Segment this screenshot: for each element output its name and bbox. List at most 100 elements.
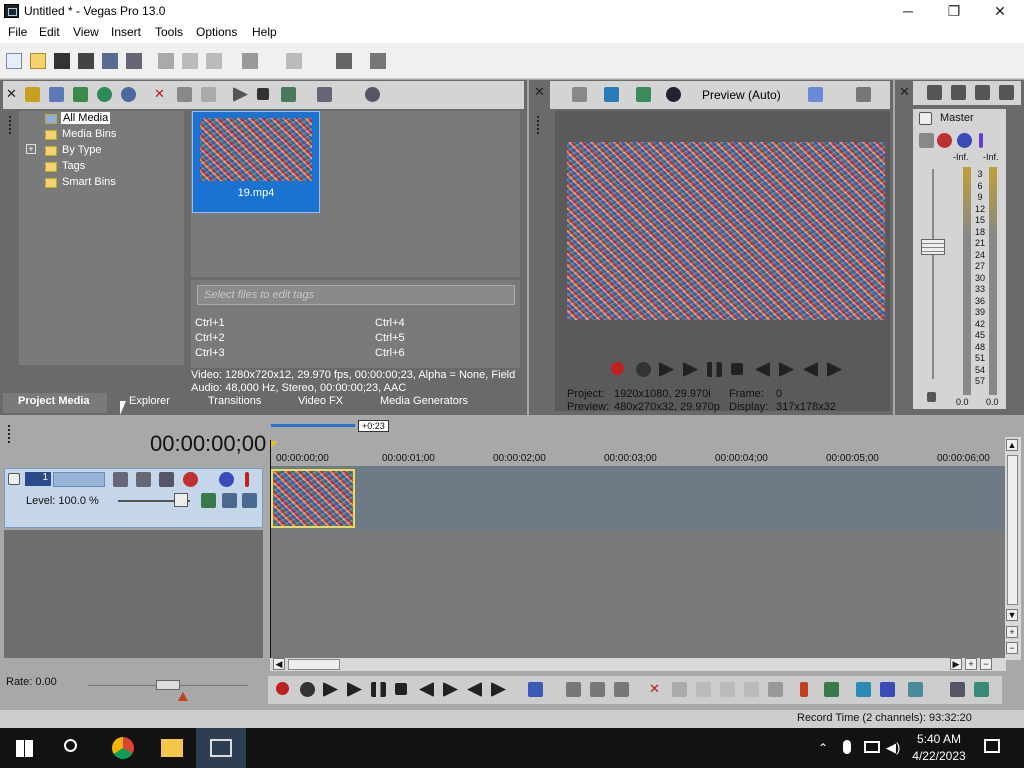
master-fader[interactable]	[921, 239, 945, 255]
play-icon[interactable]	[347, 682, 362, 697]
volume-icon[interactable]: ◀)	[886, 740, 900, 756]
play-from-start-icon[interactable]	[323, 682, 338, 697]
lock-icon[interactable]	[927, 392, 936, 402]
menu-options[interactable]: Options	[196, 25, 237, 39]
menu-tools[interactable]: Tools	[155, 25, 183, 39]
composite-mode-icon[interactable]	[113, 472, 128, 487]
tab-video-fx[interactable]: Video FX	[298, 395, 343, 407]
split-screen-icon[interactable]	[636, 87, 651, 102]
tab-project-media[interactable]: Project Media	[18, 395, 90, 407]
tree-item-by-type[interactable]: By Type	[62, 144, 102, 156]
scroll-up-icon[interactable]: ▲	[1006, 439, 1018, 451]
media-fx-icon[interactable]	[201, 87, 216, 102]
clock-time[interactable]: 5:40 AM	[912, 732, 966, 746]
vertical-scrollbar[interactable]: ▲ ▼ + −	[1005, 437, 1021, 660]
auto-crossfades-icon[interactable]	[880, 682, 895, 697]
save-icon[interactable]	[54, 53, 70, 69]
minimize-button[interactable]: ─	[885, 0, 931, 23]
timecode-display[interactable]: 00:00:00;00	[150, 431, 266, 457]
loop-icon[interactable]	[636, 362, 651, 377]
external-monitor-icon[interactable]	[604, 87, 619, 102]
search-icon[interactable]	[64, 739, 77, 752]
file-explorer-icon[interactable]	[161, 739, 183, 757]
horizontal-scrollbar[interactable]: ◀ ▶ + −	[270, 658, 1006, 671]
capture-video-icon[interactable]	[49, 87, 64, 102]
record-icon[interactable]	[276, 682, 289, 695]
ignore-grouping-icon[interactable]	[950, 682, 965, 697]
enable-snapping-icon[interactable]	[336, 53, 352, 69]
copy-snapshot-icon[interactable]	[856, 87, 871, 102]
go-to-start-icon[interactable]	[419, 682, 434, 697]
fx-icon[interactable]	[937, 133, 952, 148]
playhead[interactable]	[270, 440, 271, 660]
import-media-icon[interactable]	[25, 87, 40, 102]
new-project-icon[interactable]	[6, 53, 22, 69]
tab-explorer[interactable]: Explorer	[129, 395, 170, 407]
previous-frame-icon[interactable]	[803, 362, 818, 377]
whats-this-help-icon[interactable]	[370, 53, 386, 69]
scroll-right-icon[interactable]: ▶	[950, 658, 962, 670]
stop-icon[interactable]	[731, 363, 743, 375]
mixer-properties-icon[interactable]	[927, 85, 942, 100]
dock-grip[interactable]	[537, 116, 540, 134]
envelope-tool-icon[interactable]	[566, 682, 581, 697]
zoom-out-icon[interactable]: −	[980, 658, 992, 670]
vegas-taskbar-button[interactable]	[196, 728, 246, 768]
notifications-icon[interactable]	[984, 739, 1000, 753]
close-icon[interactable]: ✕	[6, 86, 17, 102]
solo-icon[interactable]	[245, 472, 249, 487]
mute-icon[interactable]	[957, 133, 972, 148]
insert-region-icon[interactable]	[824, 682, 839, 697]
copy-icon[interactable]	[182, 53, 198, 69]
preview-quality-dropdown[interactable]: Preview (Auto)	[702, 88, 781, 102]
video-clip[interactable]	[271, 469, 355, 528]
delete-icon[interactable]: ✕	[649, 681, 660, 697]
stop-icon[interactable]	[395, 683, 407, 695]
tag-input[interactable]: Select files to edit tags	[197, 285, 515, 305]
render-icon[interactable]	[102, 53, 118, 69]
network-icon[interactable]	[864, 741, 880, 753]
next-frame-icon[interactable]	[491, 682, 506, 697]
scroll-down-icon[interactable]: ▼	[1006, 609, 1018, 621]
start-windows-icon[interactable]	[16, 740, 33, 757]
previous-frame-icon[interactable]	[467, 682, 482, 697]
video-track-lane[interactable]	[270, 466, 1006, 530]
scroll-left-icon[interactable]: ◀	[273, 658, 285, 670]
show-hidden-icons[interactable]: ⌃	[818, 741, 828, 755]
zoom-tool-icon[interactable]	[614, 682, 629, 697]
record-icon[interactable]	[611, 362, 624, 375]
track-up-icon[interactable]	[242, 493, 257, 508]
go-to-end-icon[interactable]	[443, 682, 458, 697]
meter-options-icon[interactable]	[999, 85, 1014, 100]
zoom-in-icon[interactable]: +	[1006, 626, 1018, 638]
level-slider[interactable]	[174, 493, 188, 507]
lock-icon[interactable]	[974, 682, 989, 697]
redo-icon[interactable]	[286, 53, 302, 69]
tab-transitions[interactable]: Transitions	[208, 395, 261, 407]
track-minimize-icon[interactable]	[8, 473, 20, 485]
tab-media-generators[interactable]: Media Generators	[380, 395, 468, 407]
media-item[interactable]: 19.mp4	[192, 111, 320, 213]
scroll-thumb[interactable]	[288, 659, 340, 670]
track-down-icon[interactable]	[222, 493, 237, 508]
solo-icon[interactable]	[979, 133, 983, 148]
scroll-thumb[interactable]	[1007, 455, 1018, 605]
chrome-icon[interactable]	[112, 737, 134, 759]
overlays-icon[interactable]	[666, 87, 681, 102]
zoom-out-icon[interactable]: −	[1006, 642, 1018, 654]
track-fx-icon[interactable]	[183, 472, 198, 487]
tree-item-media-bins[interactable]: Media Bins	[62, 128, 116, 140]
dock-grip[interactable]	[8, 425, 11, 443]
media-properties-icon[interactable]	[177, 87, 192, 102]
grid-icon[interactable]	[808, 87, 823, 102]
go-to-start-icon[interactable]	[755, 362, 770, 377]
time-ruler[interactable]: 00:00:00;00 00:00:01;00 00:00:02;00 00:0…	[270, 450, 1006, 466]
downmix-icon[interactable]	[951, 85, 966, 100]
lock-envelopes-icon[interactable]	[768, 682, 783, 697]
auto-ripple-icon[interactable]	[856, 682, 871, 697]
menu-help[interactable]: Help	[252, 25, 277, 39]
video-track-header[interactable]: 1 Level: 100.0 %	[4, 468, 263, 528]
trim-icon[interactable]	[672, 682, 687, 697]
microphone-icon[interactable]	[843, 740, 851, 754]
pause-icon[interactable]	[371, 682, 386, 697]
